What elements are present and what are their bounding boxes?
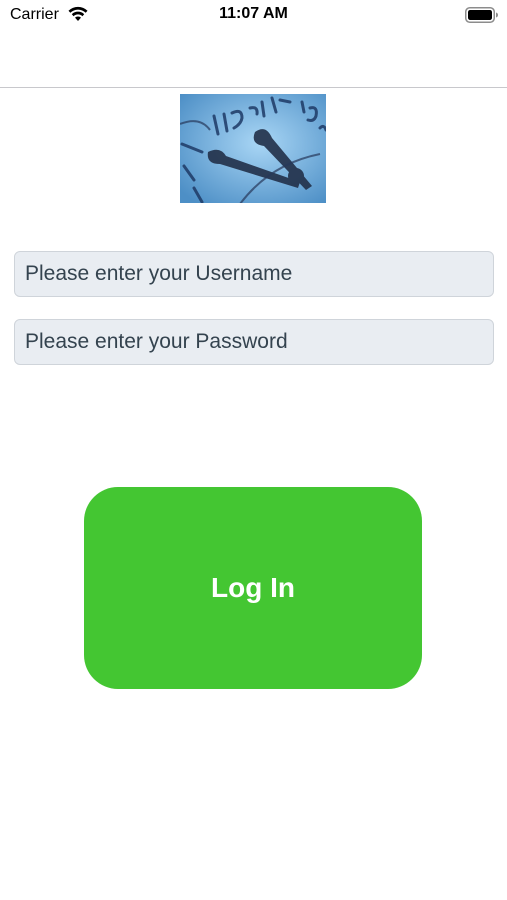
status-bar: Carrier 11:07 AM — [0, 0, 507, 32]
clock-image — [180, 94, 326, 203]
username-input[interactable] — [15, 252, 493, 296]
navigation-bar — [0, 32, 507, 88]
password-field-container — [14, 319, 494, 365]
login-button[interactable]: Log In — [84, 487, 422, 689]
battery-icon — [465, 7, 499, 23]
status-time: 11:07 AM — [219, 5, 288, 22]
username-field-container — [14, 251, 494, 297]
password-input[interactable] — [15, 320, 493, 364]
